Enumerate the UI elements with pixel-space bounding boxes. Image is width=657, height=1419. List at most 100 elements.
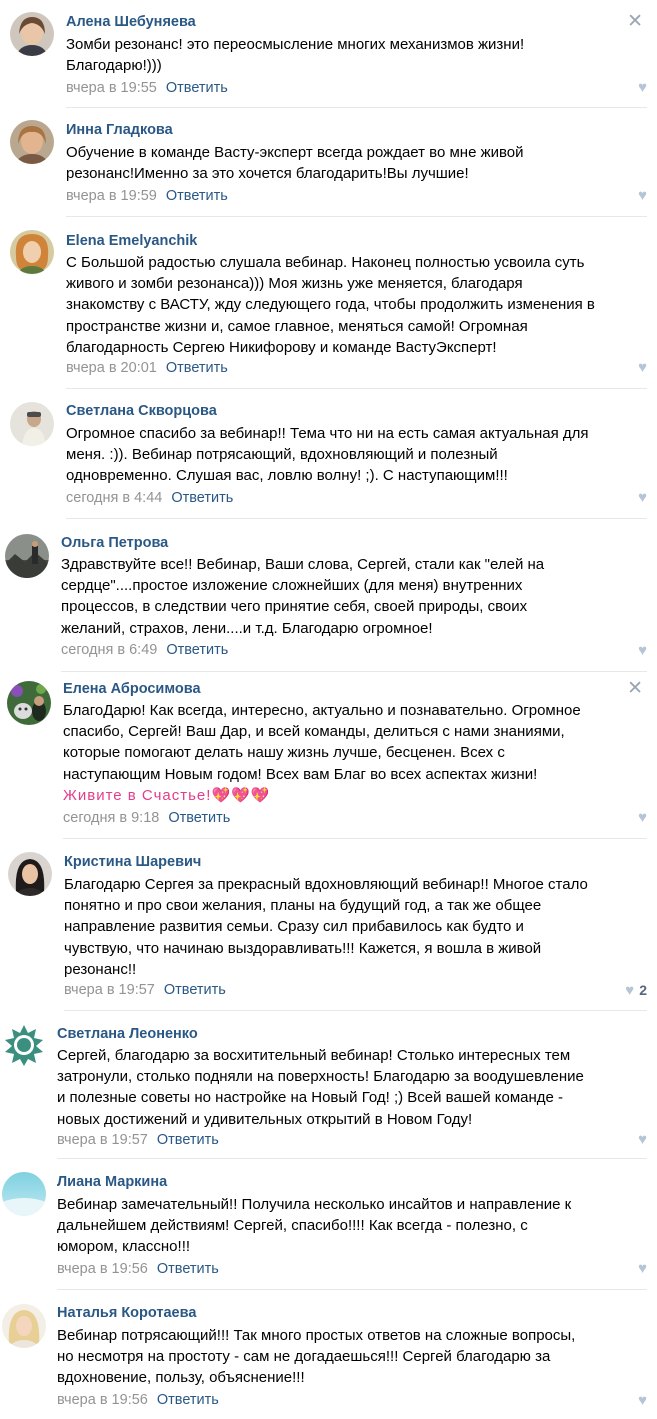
comment-text: Сергей, благодарю за восхитительный веби… [57, 1045, 647, 1130]
comment-meta: сегодня в 4:44 Ответить [66, 489, 233, 507]
avatar[interactable] [7, 681, 51, 725]
comment-text-line: Сергей, благодарю за восхитительный веби… [57, 1047, 571, 1064]
comment-time[interactable]: вчера в 19:56 [57, 1392, 148, 1408]
comment-author[interactable]: Алена Шебуняева [66, 13, 196, 31]
like-button[interactable]: ♥ [638, 187, 647, 205]
reply-link[interactable]: Ответить [164, 982, 226, 998]
comment: Светлана Леоненко Сергей, благодарю за в… [0, 1011, 657, 1159]
avatar[interactable] [10, 120, 54, 164]
comment-meta: вчера в 20:01 Ответить [66, 359, 228, 377]
reply-link[interactable]: Ответить [157, 1132, 219, 1148]
like-button[interactable]: ♥ [638, 642, 647, 660]
comment-meta: вчера в 19:57 Ответить [57, 1131, 219, 1149]
comment-text-line: Вебинар замечательный!! Получила несколь… [57, 1196, 572, 1213]
comment-author[interactable]: Наталья Коротаева [57, 1304, 196, 1322]
comment-text-line: Обучение в команде Васту-эксперт всегда … [66, 144, 524, 161]
comment-text-line: затронули, столько подняли на поверхност… [57, 1068, 584, 1086]
comment-meta: вчера в 19:56 Ответить [57, 1260, 219, 1278]
comment-text: С Большой радостью слушала вебинар. Нако… [66, 252, 656, 358]
avatar[interactable] [10, 230, 54, 274]
reply-link[interactable]: Ответить [166, 360, 228, 376]
comment-time[interactable]: вчера в 19:55 [66, 80, 157, 96]
comment: Ольга Петрова Здравствуйте все!! Вебинар… [0, 519, 657, 672]
like-button[interactable]: ♥ [638, 809, 647, 827]
like-button[interactable]: ♥ 2 [625, 981, 647, 1000]
comment-text-line: Благодарю!))) [66, 57, 162, 75]
reply-link[interactable]: Ответить [157, 1392, 219, 1408]
comment-time[interactable]: сегодня в 4:44 [66, 490, 162, 506]
like-button[interactable]: ♥ [638, 359, 647, 377]
comment-text-line: юмором, классно!!! [57, 1238, 191, 1256]
comment-time[interactable]: вчера в 19:59 [66, 188, 157, 204]
comment-text-line: Зомби резонанс! это переосмысление многи… [66, 36, 525, 53]
heart-icon: ♥ [638, 1260, 647, 1277]
comment-author[interactable]: Elena Emelyanchik [66, 232, 197, 250]
comment-meta: вчера в 19:59 Ответить [66, 187, 228, 205]
reply-link[interactable]: Ответить [157, 1261, 219, 1277]
comment: Кристина Шаревич Благодарю Сергея за пре… [0, 839, 657, 1011]
comment-text: Зомби резонанс! это переосмысление многи… [66, 34, 656, 76]
comment-meta: вчера в 19:57 Ответить [64, 981, 226, 999]
comment-text-line: пространстве жизни и, самое главное, мен… [66, 317, 528, 335]
avatar[interactable] [2, 1023, 46, 1067]
comment: Лиана Маркина Вебинар замечательный!! По… [0, 1159, 657, 1290]
comment-author[interactable]: Лиана Маркина [57, 1173, 167, 1191]
comment-text-line: новых достижений и удивительных открытий… [57, 1110, 473, 1128]
reply-link[interactable]: Ответить [171, 490, 233, 506]
close-icon[interactable]: ✕ [627, 12, 643, 31]
comment-text-line: БлагоДарю! Как всегда, интересно, актуал… [63, 702, 581, 719]
comment-author[interactable]: Светлана Леоненко [57, 1025, 198, 1043]
comment-text: Благодарю Сергея за прекрасный вдохновля… [64, 874, 654, 980]
close-icon[interactable]: ✕ [627, 679, 643, 698]
reply-link[interactable]: Ответить [166, 188, 228, 204]
comment-text-line: благодарность Сергею Никифорову и команд… [66, 338, 497, 356]
like-button[interactable]: ♥ [638, 1131, 647, 1149]
comment-meta: сегодня в 9:18 Ответить [63, 809, 230, 827]
avatar[interactable] [5, 534, 49, 578]
comment-author[interactable]: Светлана Скворцова [66, 402, 217, 420]
heart-icon: ♥ [638, 1131, 647, 1148]
comment-text: БлагоДарю! Как всегда, интересно, актуал… [63, 700, 653, 806]
comment: Светлана Скворцова Огромное спасибо за в… [0, 389, 657, 519]
comment-time[interactable]: сегодня в 6:49 [61, 642, 157, 658]
heart-icon: ♥ [638, 359, 647, 376]
comment-text-line: чувствую, что начинаю выздоравливать!!! … [64, 939, 542, 957]
comment-time[interactable]: вчера в 19:57 [64, 982, 155, 998]
comment-text-line: одновременно. Слушая вас, ловлю волну! ;… [66, 467, 508, 485]
like-button[interactable]: ♥ [638, 1392, 647, 1410]
like-button[interactable]: ♥ [638, 489, 647, 507]
comment-author[interactable]: Елена Абросимова [63, 680, 201, 698]
comment-author[interactable]: Ольга Петрова [61, 534, 168, 552]
comment-text-line: живого и зомби резонанса))) Моя жизнь уж… [66, 275, 523, 293]
comment-text-line: знакомству с ВАСТУ, жду следующего года,… [66, 296, 595, 314]
reply-link[interactable]: Ответить [166, 642, 228, 658]
comment-time[interactable]: вчера в 19:56 [57, 1261, 148, 1277]
comment-text-line: желаний, страхов, лени....и т.д. Благода… [61, 619, 433, 637]
comment-text-line: направление развития семьи. Сразу сил пр… [64, 918, 524, 936]
avatar[interactable] [10, 402, 54, 446]
comment-text-line: С Большой радостью слушала вебинар. Нако… [66, 254, 585, 271]
comment-author[interactable]: Кристина Шаревич [64, 853, 201, 871]
comment-text: Вебинар потрясающий!!! Так много простых… [57, 1325, 647, 1389]
heart-icon: ♥ [638, 642, 647, 659]
avatar[interactable] [10, 12, 54, 56]
avatar[interactable] [2, 1304, 46, 1348]
comment-text-line: которые помогают делать нашу жизнь лучше… [63, 744, 505, 762]
heart-icon: ♥ [638, 1392, 647, 1409]
comment-text-line: меня. :)). Вебинар потрясающий, вдохновл… [66, 446, 498, 464]
comment-meta: вчера в 19:56 Ответить [57, 1391, 219, 1409]
like-button[interactable]: ♥ [638, 1260, 647, 1278]
heart-icon: ♥ [638, 187, 647, 204]
comment-text-line: резонанс!Именно за это хочется благодари… [66, 165, 469, 183]
comment-time[interactable]: вчера в 20:01 [66, 360, 157, 376]
comment-time[interactable]: вчера в 19:57 [57, 1132, 148, 1148]
comment-time[interactable]: сегодня в 9:18 [63, 810, 159, 826]
like-button[interactable]: ♥ [638, 79, 647, 97]
avatar[interactable] [2, 1172, 46, 1216]
reply-link[interactable]: Ответить [168, 810, 230, 826]
reply-link[interactable]: Ответить [166, 80, 228, 96]
comment-text-line: Здравствуйте все!! Вебинар, Ваши слова, … [61, 556, 545, 573]
avatar[interactable] [8, 852, 52, 896]
heart-icon: ♥ [638, 489, 647, 506]
comment-author[interactable]: Инна Гладкова [66, 121, 173, 139]
